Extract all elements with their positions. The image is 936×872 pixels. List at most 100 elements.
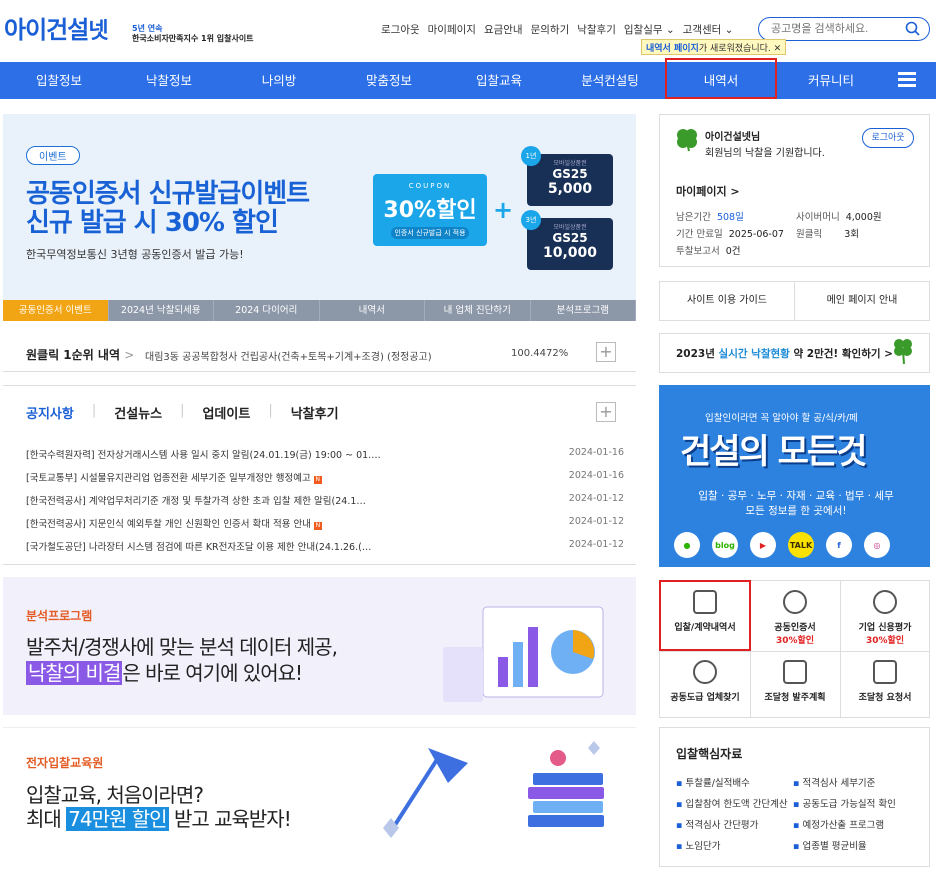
close-icon[interactable]: ✕ — [774, 44, 782, 54]
banner-description: 한국무역정보통신 3년형 공동인증서 발급 가능! — [26, 248, 244, 261]
list-item[interactable]: [국가철도공단] 나라장터 시스템 점검에 따른 KR전자조달 이용 제한 안내… — [26, 539, 624, 553]
list-icon — [783, 660, 807, 684]
promo-label: 전자입찰교육원 — [26, 756, 104, 770]
customer-center-link[interactable]: 고객센터 ⌄ — [683, 22, 734, 37]
oneclick-title[interactable]: 원클릭 1순위 내역 > — [26, 346, 134, 363]
core-link[interactable]: 공동도급 가능실적 확인 — [793, 796, 895, 810]
main-guide-button[interactable]: 메인 페이지 안내 — [795, 282, 929, 320]
cyber-money: 사이버머니 4,000원 — [796, 212, 882, 223]
core-link[interactable]: 투찰률/실적배수 — [676, 775, 749, 789]
reviews-link[interactable]: 낙찰후기 — [577, 22, 616, 37]
statement-nav-highlight — [665, 58, 777, 99]
promo-headline-2: 낙찰의 비결 은 바로 여기에 있어요! — [26, 661, 303, 685]
more-button[interactable]: + — [596, 402, 616, 422]
new-badge: N — [314, 522, 323, 530]
banner-tab-analysis[interactable]: 분석프로그램 — [531, 300, 636, 321]
promo-headline: 발주처/경쟁사에 맞는 분석 데이터 제공, — [26, 635, 338, 659]
gift-card-3year: 모바일상품권 GS25 10,000 — [527, 218, 613, 270]
education-illustration — [383, 741, 604, 838]
crane-icon — [873, 660, 897, 684]
menu-icon[interactable] — [898, 72, 916, 88]
logout-link[interactable]: 로그아웃 — [381, 22, 420, 37]
mypage-link[interactable]: 마이페이지 > — [676, 183, 740, 199]
oneclick-count: 원클릭 3회 — [796, 229, 860, 240]
nav-bid-info[interactable]: 입찰정보 — [4, 62, 114, 99]
year-badge: 1년 — [521, 146, 541, 166]
promo-headline-2: 최대 74만원 할인 받고 교육받자! — [26, 807, 292, 831]
site-guide-button[interactable]: 사이트 이용 가이드 — [660, 282, 795, 320]
kakaotalk-icon[interactable]: TALK — [788, 532, 814, 558]
nav-bid-education[interactable]: 입찰교육 — [444, 62, 554, 99]
nav-award-info[interactable]: 낙찰정보 — [114, 62, 224, 99]
quick-request[interactable]: 조달청 요청서 — [841, 660, 929, 703]
clover-icon — [894, 339, 912, 365]
gift-card-1year: 모바일상품권 GS25 5,000 — [527, 154, 613, 206]
nav-custom-info[interactable]: 맞춤정보 — [334, 62, 444, 99]
banner-tab-diary[interactable]: 2024 다이어리 — [214, 300, 320, 321]
new-feature-tooltip: 내역서 페이지가 새로워졌습니다. ✕ — [641, 39, 787, 55]
oneclick-project[interactable]: 대림3동 공공복합청사 건립공사(건축+토목+기계+조경) (정정공고) — [145, 348, 432, 363]
ad-description: 입찰 · 공무 · 노무 · 자재 · 교육 · 법무 · 세무 모든 정보를 한… — [698, 490, 894, 517]
list-item[interactable]: [국토교통부] 시설물유지관리업 업종전환 세부기준 일부개정안 행정예고 N 20… — [26, 470, 624, 484]
logo-tagline: 5년 연속 한국소비자만족지수 1위 입찰사이트 — [132, 24, 254, 43]
remaining-period: 남은기간 508일 — [676, 212, 744, 223]
banner-tabs: 공동인증서 이벤트 2024년 낙찰되세용 2024 다이어리 내역서 내 업체… — [3, 300, 636, 321]
clover-icon — [677, 129, 697, 152]
search-icon[interactable] — [904, 20, 922, 38]
notice-tabs: 공지사항 | 건설뉴스 | 업데이트 | 낙찰후기 — [26, 403, 339, 422]
quick-credit-rating[interactable]: 기업 신용평가 30%할인 — [841, 590, 929, 646]
core-title: 입찰핵심자료 — [676, 747, 743, 761]
core-link[interactable]: 업종별 평균비율 — [793, 838, 866, 852]
tab-notice[interactable]: 공지사항 — [26, 403, 74, 422]
realtime-status-text: 2023년 실시간 낙찰현황 약 2만건! 확인하기 > — [676, 348, 893, 360]
nav-analysis[interactable]: 분석컨설팅 — [555, 62, 665, 99]
top-utility-nav: 로그아웃 마이페이지 요금안내 문의하기 낙찰후기 입찰실무 ⌄ 고객센터 ⌄ — [381, 22, 733, 37]
plus-icon: + — [493, 196, 514, 224]
instagram-icon[interactable]: ◎ — [864, 532, 890, 558]
site-logo[interactable]: 아이건설넷 — [4, 10, 109, 45]
more-button[interactable]: + — [596, 342, 616, 362]
ad-title: 건설의 모든것 — [680, 432, 868, 472]
logout-button[interactable]: 로그아웃 — [862, 128, 914, 148]
mypage-link[interactable]: 마이페이지 — [428, 22, 476, 37]
banner-tab-statement[interactable]: 내역서 — [320, 300, 425, 321]
main-nav: 입찰정보 낙찰정보 나의방 맞춤정보 입찰교육 분석컨설팅 내역서 커뮤니티 — [0, 62, 936, 99]
youtube-icon[interactable]: ▶ — [750, 532, 776, 558]
core-link[interactable]: 적격심사 간단평가 — [676, 817, 758, 831]
list-item[interactable]: [한국전력공사] 계약업무처리기준 개정 및 투찰가격 상한 초과 입찰 제한 … — [26, 493, 624, 507]
coupon-image: COUPON 30%할인 인증서 신규발급 시 적용 — [373, 174, 487, 246]
bid-reports: 투찰보고서 0건 — [676, 246, 741, 257]
quick-joint-contract[interactable]: 공동도급 업체찾기 — [661, 660, 749, 703]
core-link[interactable]: 입찰참여 한도액 간단계산 — [676, 796, 787, 810]
pricing-link[interactable]: 요금안내 — [484, 22, 523, 37]
handshake-icon — [693, 660, 717, 684]
year-badge: 3년 — [521, 210, 541, 230]
analysis-illustration — [443, 606, 604, 702]
banner-tab-award[interactable]: 2024년 낙찰되세용 — [109, 300, 214, 321]
cafe-icon[interactable]: ● — [674, 532, 700, 558]
inquiry-link[interactable]: 문의하기 — [531, 22, 570, 37]
banner-tab-cert-event[interactable]: 공동인증서 이벤트 — [3, 300, 109, 321]
user-name: 아이건설넷님 — [705, 132, 761, 143]
tab-reviews[interactable]: 낙찰후기 — [291, 403, 339, 422]
nav-community[interactable]: 커뮤니티 — [776, 62, 886, 99]
nav-my-room[interactable]: 나의방 — [224, 62, 334, 99]
core-link[interactable]: 예정가산출 프로그램 — [793, 817, 884, 831]
quick-certificate[interactable]: 공동인증서 30%할인 — [751, 590, 839, 646]
event-tag: 이벤트 — [26, 146, 80, 165]
facebook-icon[interactable]: f — [826, 532, 852, 558]
bid-practice-link[interactable]: 입찰실무 ⌄ — [624, 22, 675, 37]
new-badge: N — [313, 476, 322, 484]
social-links: ● blog ▶ TALK f ◎ — [674, 532, 890, 558]
list-item[interactable]: [한국수력원자력] 전자상거래시스템 사용 일시 중지 알림(24.01.19(… — [26, 447, 624, 461]
core-link[interactable]: 노임단가 — [676, 838, 720, 852]
blog-icon[interactable]: blog — [712, 532, 738, 558]
tab-construction-news[interactable]: 건설뉴스 — [114, 403, 162, 422]
core-link[interactable]: 적격심사 세부기준 — [793, 775, 875, 789]
banner-tab-diagnosis[interactable]: 내 업체 진단하기 — [425, 300, 531, 321]
guide-links: 사이트 이용 가이드 메인 페이지 안내 — [659, 281, 930, 321]
banner-subtitle: 신규 발급 시 30% 할인 — [26, 208, 279, 238]
tab-update[interactable]: 업데이트 — [202, 403, 250, 422]
list-item[interactable]: [한국전력공사] 지문인식 예외투찰 개인 신원확인 인증서 확대 적용 안내 N… — [26, 516, 624, 530]
quick-order-plan[interactable]: 조달청 발주계획 — [751, 660, 839, 703]
